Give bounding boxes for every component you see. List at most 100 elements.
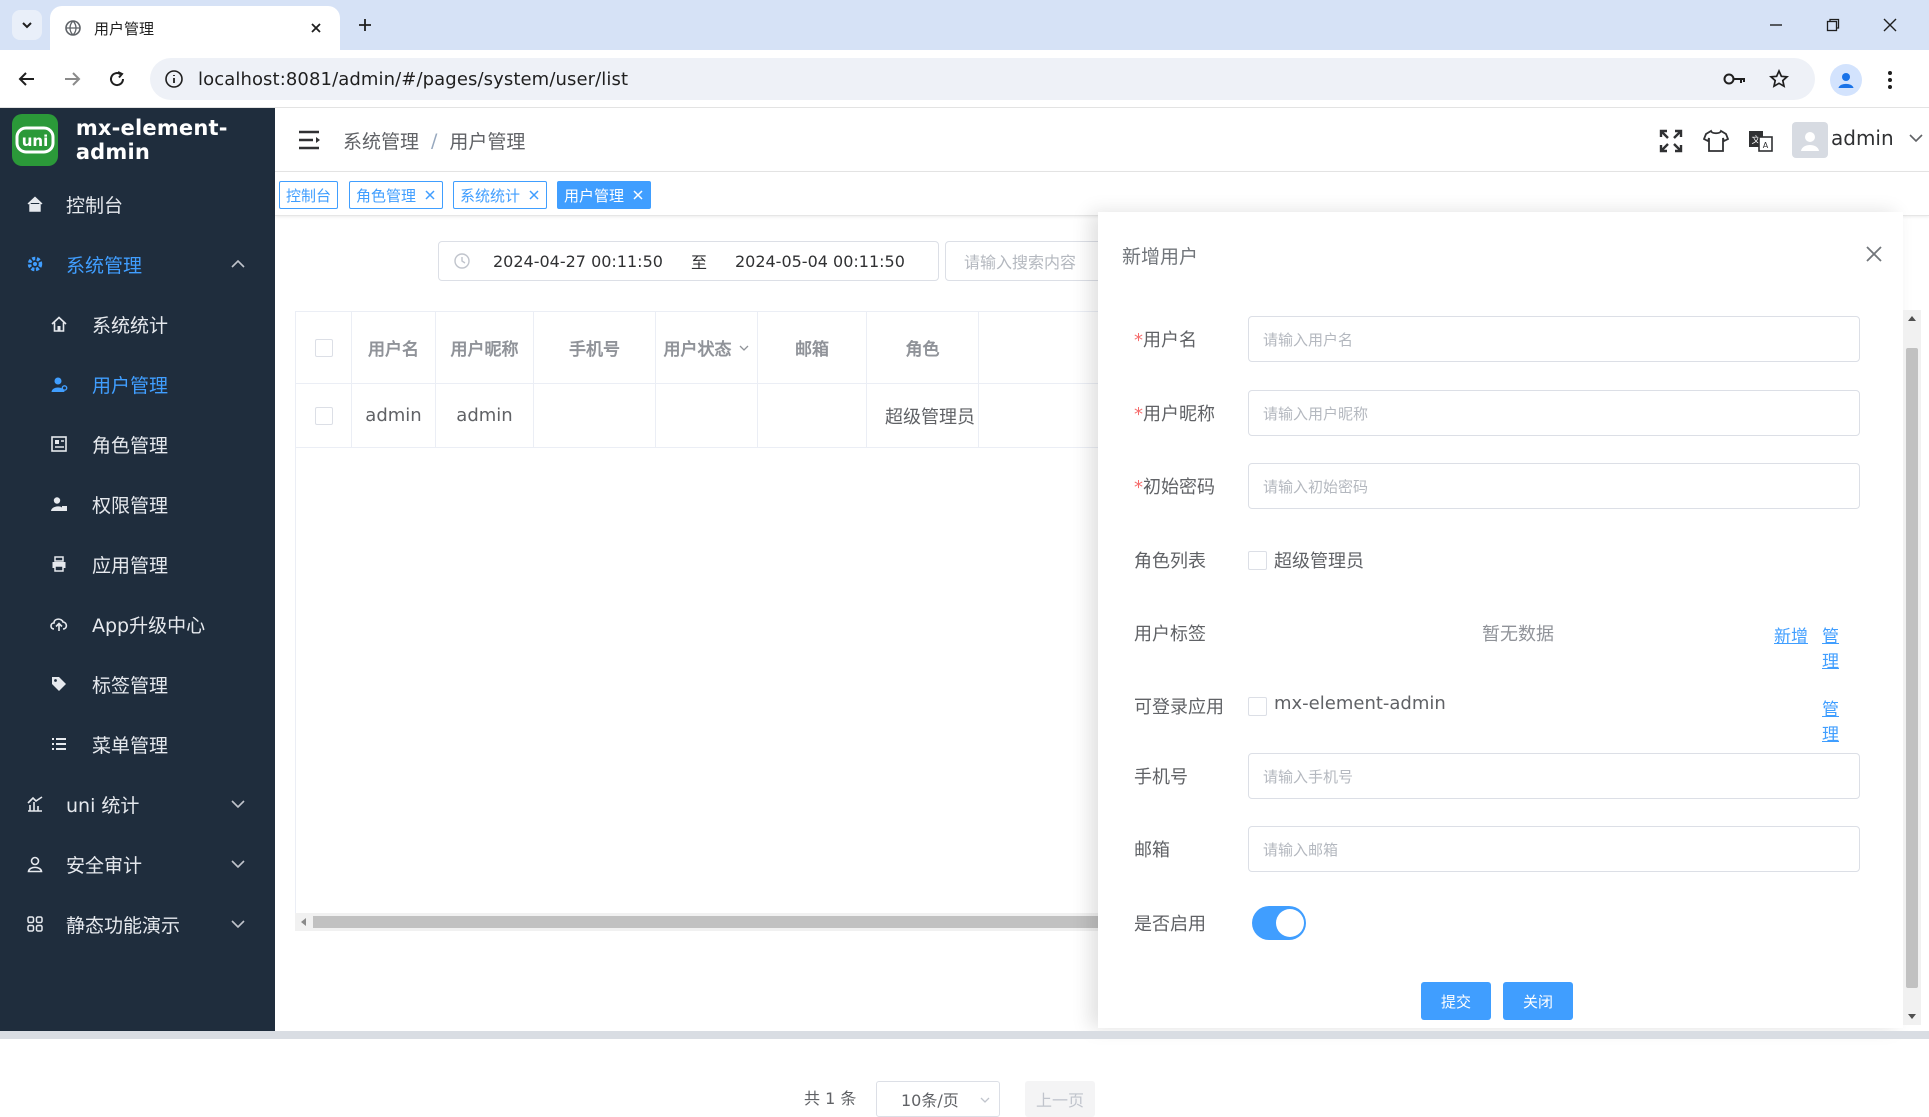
sidebar-item-security-audit[interactable]: 安全审计 bbox=[0, 834, 275, 894]
app-checkbox[interactable] bbox=[1248, 697, 1267, 716]
table-cell bbox=[656, 384, 758, 447]
restore-button[interactable] bbox=[1815, 10, 1851, 40]
nickname-input[interactable]: 请输入用户昵称 bbox=[1248, 390, 1860, 436]
tab-close-icon[interactable] bbox=[306, 18, 326, 38]
start-date[interactable]: 2024-04-27 00:11:50 bbox=[493, 252, 663, 271]
table-row[interactable]: admin admin 超级管理员 bbox=[296, 384, 1196, 448]
address-bar[interactable]: localhost:8081/admin/#/pages/system/user… bbox=[150, 58, 1815, 100]
sidebar-item-label: App升级中心 bbox=[92, 614, 206, 637]
tag-dashboard[interactable]: 控制台 bbox=[279, 181, 339, 209]
sidebar-item-users[interactable]: 用户管理 bbox=[0, 354, 275, 414]
close-icon[interactable] bbox=[1862, 242, 1886, 266]
breadcrumb: 系统管理 / 用户管理 bbox=[343, 127, 525, 154]
add-tag-link[interactable]: 新增 bbox=[1774, 622, 1808, 647]
manage-apps-link[interactable]: 管理 bbox=[1822, 695, 1854, 745]
menu-fold-icon[interactable] bbox=[297, 128, 323, 152]
new-tab-button[interactable] bbox=[352, 12, 378, 38]
scroll-left-icon[interactable] bbox=[299, 917, 309, 927]
sidebar-item-dashboard[interactable]: 控制台 bbox=[0, 174, 275, 234]
tag-stats[interactable]: 系统统计 bbox=[453, 181, 548, 209]
breadcrumb-separator: / bbox=[431, 129, 438, 152]
chevron-down-icon bbox=[231, 800, 245, 809]
close-icon[interactable] bbox=[424, 189, 436, 201]
app-option-label[interactable]: mx-element-admin bbox=[1274, 693, 1446, 714]
plus-icon bbox=[359, 19, 371, 31]
prev-page-button[interactable]: 上一页 bbox=[1025, 1081, 1095, 1117]
sidebar-item-system[interactable]: 系统管理 bbox=[0, 234, 275, 294]
sidebar-item-stats[interactable]: 系统统计 bbox=[0, 294, 275, 354]
role-checkbox[interactable] bbox=[1248, 551, 1267, 570]
end-date[interactable]: 2024-05-04 00:11:50 bbox=[735, 252, 905, 271]
table-horizontal-scrollbar[interactable] bbox=[295, 913, 1175, 931]
column-header-label: 用户状态 bbox=[663, 340, 732, 360]
tag-roles[interactable]: 角色管理 bbox=[349, 181, 444, 209]
row-select-cell bbox=[296, 384, 352, 447]
chevron-down-icon bbox=[22, 22, 32, 29]
app-name: mx-element-admin bbox=[75, 116, 228, 164]
drawer-vertical-scrollbar[interactable] bbox=[1903, 310, 1921, 1025]
enabled-switch[interactable] bbox=[1252, 906, 1306, 940]
scrollbar-thumb[interactable] bbox=[1906, 348, 1918, 988]
table-header: 用户名 用户昵称 手机号 用户状态 邮箱 角色 bbox=[296, 312, 1196, 384]
tag-users[interactable]: 用户管理 bbox=[557, 181, 652, 209]
user-dropdown[interactable]: admin bbox=[1831, 126, 1924, 150]
forward-button[interactable] bbox=[57, 64, 87, 94]
language-icon[interactable]: 文A bbox=[1746, 126, 1776, 156]
window-close-button[interactable] bbox=[1872, 10, 1908, 40]
close-icon[interactable] bbox=[528, 189, 540, 201]
row-checkbox[interactable] bbox=[314, 406, 333, 425]
scroll-up-icon[interactable] bbox=[1907, 314, 1917, 324]
sidebar-item-permissions[interactable]: 权限管理 bbox=[0, 474, 275, 534]
mobile-input[interactable]: 请输入手机号 bbox=[1248, 753, 1860, 799]
email-input[interactable]: 请输入邮箱 bbox=[1248, 826, 1860, 872]
back-button[interactable] bbox=[12, 64, 42, 94]
star-icon[interactable] bbox=[1762, 58, 1796, 100]
sidebar-item-apps[interactable]: 应用管理 bbox=[0, 534, 275, 594]
sidebar-item-roles[interactable]: 角色管理 bbox=[0, 414, 275, 474]
sidebar-item-uni-stats[interactable]: uni 统计 bbox=[0, 774, 275, 834]
profile-avatar[interactable] bbox=[1830, 64, 1862, 96]
restore-icon bbox=[1826, 18, 1840, 32]
sidebar-item-static-demo[interactable]: 静态功能演示 bbox=[0, 894, 275, 954]
chevron-down-icon bbox=[739, 345, 748, 351]
close-icon[interactable] bbox=[632, 189, 644, 201]
username-input[interactable]: 请输入用户名 bbox=[1248, 316, 1860, 362]
scrollbar-thumb[interactable] bbox=[313, 916, 1163, 928]
table-cell: 超级管理员 bbox=[867, 384, 979, 447]
tag-label: 用户管理 bbox=[564, 186, 625, 205]
sidebar-item-menus[interactable]: 菜单管理 bbox=[0, 714, 275, 774]
email-row: 邮箱 请输入邮箱 bbox=[1134, 826, 1860, 872]
tab-search-button[interactable] bbox=[12, 10, 42, 40]
username-label: *用户名 bbox=[1134, 330, 1197, 351]
fullscreen-icon[interactable] bbox=[1656, 126, 1686, 156]
theme-shirt-icon[interactable] bbox=[1701, 126, 1731, 156]
role-option-label[interactable]: 超级管理员 bbox=[1274, 547, 1364, 573]
enabled-label: 是否启用 bbox=[1134, 914, 1206, 935]
avatar[interactable] bbox=[1792, 122, 1828, 158]
date-range-picker[interactable]: 2024-04-27 00:11:50 至 2024-05-04 00:11:5… bbox=[438, 241, 939, 281]
key-icon[interactable] bbox=[1718, 58, 1752, 100]
sidebar-item-app-upgrade[interactable]: App升级中心 bbox=[0, 594, 275, 654]
brand[interactable]: uni mx-element-admin bbox=[0, 108, 275, 172]
username-placeholder: 请输入用户名 bbox=[1263, 330, 1354, 349]
info-icon[interactable] bbox=[164, 69, 184, 89]
select-all-checkbox[interactable] bbox=[314, 338, 333, 357]
manage-tags-link[interactable]: 管理 bbox=[1822, 622, 1854, 672]
page-size-select[interactable]: 10条/页 bbox=[876, 1081, 1000, 1117]
minimize-button[interactable] bbox=[1758, 10, 1794, 40]
arrow-right-icon bbox=[65, 72, 81, 86]
browser-tab[interactable]: 用户管理 bbox=[50, 6, 340, 50]
browser-menu-button[interactable] bbox=[1878, 66, 1902, 94]
close-button[interactable]: 关闭 bbox=[1503, 982, 1573, 1020]
submit-button[interactable]: 提交 bbox=[1421, 982, 1491, 1020]
password-input[interactable]: 请输入初始密码 bbox=[1248, 463, 1860, 509]
sidebar-item-label: uni 统计 bbox=[66, 794, 140, 817]
column-header: 手机号 bbox=[534, 312, 656, 383]
sidebar-item-tags[interactable]: 标签管理 bbox=[0, 654, 275, 714]
status-column-header[interactable]: 用户状态 bbox=[656, 312, 758, 383]
breadcrumb-item[interactable]: 系统管理 bbox=[343, 127, 419, 154]
reload-button[interactable] bbox=[102, 64, 132, 94]
scroll-down-icon[interactable] bbox=[1907, 1011, 1917, 1021]
admin-app: uni mx-element-admin 控制台 系统管理 系统统计 用户管理 … bbox=[0, 108, 1929, 1117]
nickname-placeholder: 请输入用户昵称 bbox=[1263, 404, 1369, 423]
